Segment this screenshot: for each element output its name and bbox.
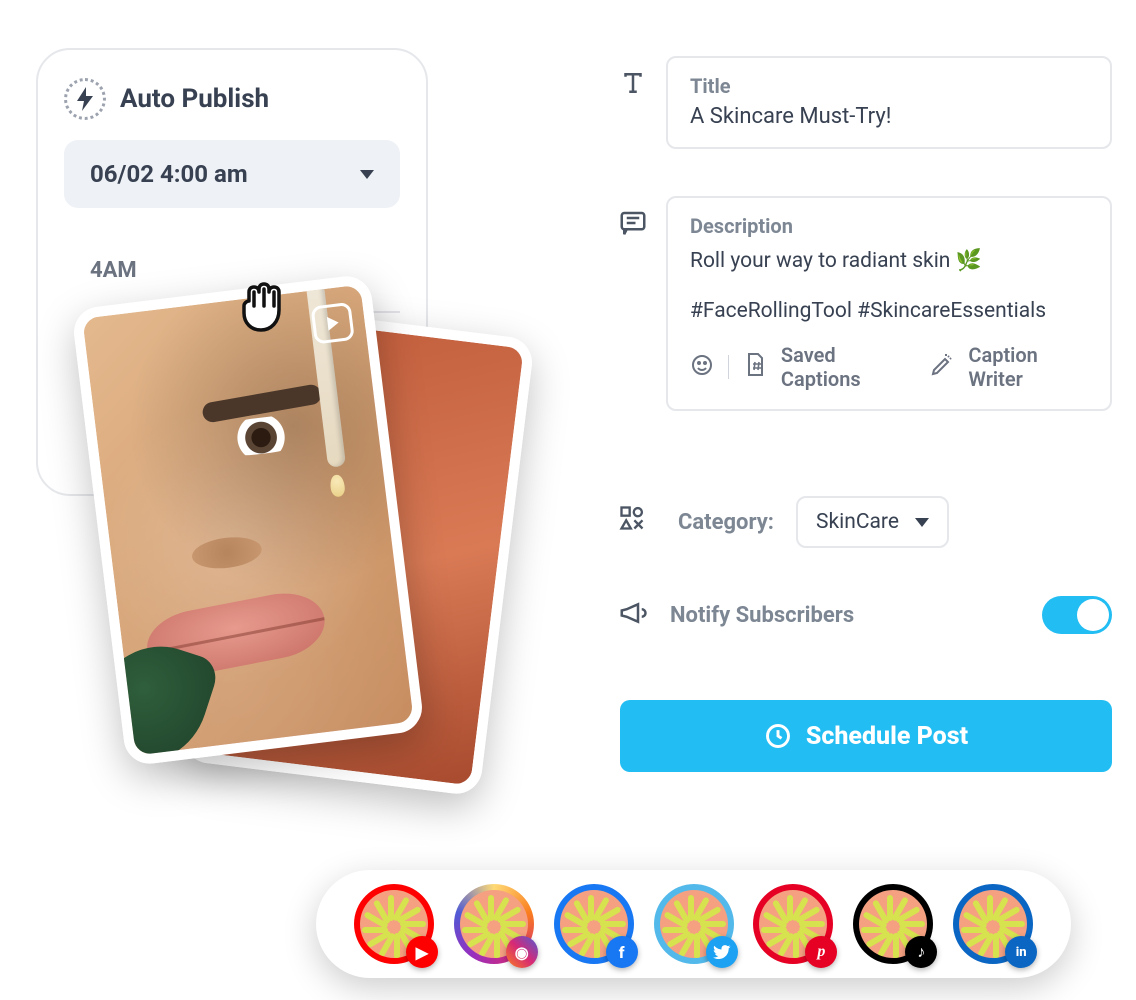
social-account-pinterest[interactable]: p: [753, 884, 833, 964]
clock-icon: [764, 722, 792, 750]
linkedin-icon: in: [1005, 936, 1037, 968]
saved-captions-button[interactable]: Saved Captions: [781, 343, 910, 391]
toolbar-divider: [728, 355, 729, 379]
auto-publish-header: Auto Publish: [64, 78, 400, 120]
twitter-icon: [706, 936, 738, 968]
category-select[interactable]: SkinCare: [796, 496, 949, 548]
social-account-twitter[interactable]: [654, 884, 734, 964]
grab-hand-icon: [230, 270, 294, 334]
emoji-icon[interactable]: [690, 353, 714, 381]
pinterest-icon: p: [805, 936, 837, 968]
social-account-instagram[interactable]: ◉: [454, 884, 534, 964]
tiktok-icon: ♪: [905, 936, 937, 968]
notify-label: Notify Subscribers: [670, 603, 854, 628]
auto-publish-title: Auto Publish: [120, 84, 269, 114]
play-icon[interactable]: [310, 302, 354, 345]
social-account-facebook[interactable]: f: [554, 884, 634, 964]
schedule-post-button[interactable]: Schedule Post: [620, 700, 1112, 772]
facebook-icon: f: [606, 936, 638, 968]
chevron-down-icon: [360, 170, 374, 179]
description-field[interactable]: Description Roll your way to radiant ski…: [666, 196, 1112, 411]
category-value: SkinCare: [816, 510, 899, 534]
media-preview-stack[interactable]: [58, 290, 508, 810]
caption-writer-button[interactable]: Caption Writer: [968, 343, 1088, 391]
description-line: Roll your way to radiant skin 🌿: [690, 244, 1088, 280]
media-card-front[interactable]: [71, 273, 425, 766]
title-label: Title: [690, 74, 1088, 98]
schedule-post-label: Schedule Post: [806, 722, 968, 751]
youtube-icon: ▶: [406, 936, 438, 968]
description-chat-icon: [618, 208, 648, 242]
description-line: #FaceRollingTool #SkincareEssentials: [690, 294, 1088, 330]
magic-pen-icon[interactable]: [930, 353, 954, 381]
category-label: Category:: [678, 510, 774, 535]
chevron-down-icon: [915, 518, 929, 527]
title-value: A Skincare Must-Try!: [690, 104, 1088, 129]
auto-publish-bolt-icon: [64, 78, 106, 120]
social-accounts-strip: ▶ ◉ f p ♪ in: [316, 870, 1071, 978]
notify-toggle[interactable]: [1042, 596, 1112, 634]
toggle-knob: [1077, 599, 1109, 631]
hashtag-doc-icon[interactable]: [743, 352, 767, 382]
datetime-value: 06/02 4:00 am: [90, 160, 248, 188]
title-field[interactable]: Title A Skincare Must-Try!: [666, 56, 1112, 149]
social-account-linkedin[interactable]: in: [953, 884, 1033, 964]
description-toolbar: Saved Captions Caption Writer: [690, 343, 1088, 391]
datetime-selector[interactable]: 06/02 4:00 am: [64, 140, 400, 208]
title-type-icon: [618, 68, 648, 102]
time-slot-label: 4AM: [90, 258, 137, 283]
social-account-tiktok[interactable]: ♪: [853, 884, 933, 964]
social-account-youtube[interactable]: ▶: [354, 884, 434, 964]
megaphone-icon: [618, 598, 648, 632]
description-label: Description: [690, 214, 1088, 238]
instagram-icon: ◉: [506, 936, 538, 968]
